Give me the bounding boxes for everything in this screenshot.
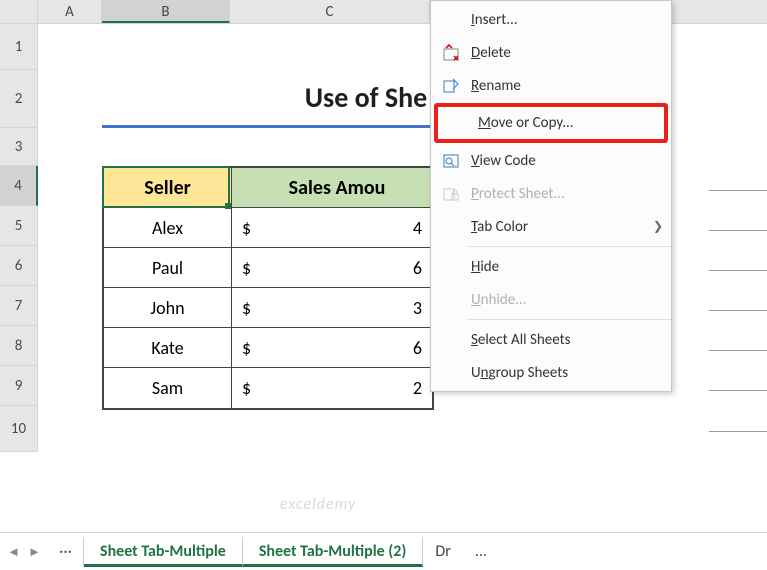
cell-seller[interactable]: Paul — [104, 248, 232, 288]
header-seller[interactable]: Seller — [104, 168, 232, 208]
col-header-b[interactable]: B — [102, 0, 230, 23]
menu-label: Move or Copy... — [478, 114, 656, 132]
hide-icon — [437, 256, 465, 278]
sheet-tab-3[interactable]: Dr — [423, 537, 462, 567]
tab-color-icon — [437, 216, 465, 238]
row-header-3[interactable]: 3 — [0, 128, 38, 166]
view-code-icon — [437, 150, 465, 172]
menu-label: Rename — [471, 77, 663, 95]
chevron-right-icon[interactable]: ► — [28, 544, 41, 560]
table-row: Alex $4 — [104, 208, 432, 248]
cell-amount[interactable]: $3 — [232, 288, 432, 328]
row-header-5[interactable]: 5 — [0, 206, 38, 246]
row-header-10[interactable]: 10 — [0, 406, 38, 452]
ungroup-icon — [437, 362, 465, 384]
row-headers: 1 2 3 4 5 6 7 8 9 10 — [0, 24, 38, 452]
cell-seller[interactable]: Alex — [104, 208, 232, 248]
table-row: Sam $2 — [104, 368, 432, 408]
row-header-9[interactable]: 9 — [0, 366, 38, 406]
menu-unhide: Unhide... — [431, 283, 671, 316]
spreadsheet-grid: A B C D 1 2 3 4 5 6 7 8 9 10 Use of She … — [0, 0, 767, 508]
tab-overflow-right[interactable]: ... — [463, 537, 499, 567]
cell-amount[interactable]: $6 — [232, 328, 432, 368]
cell-amount[interactable]: $6 — [232, 248, 432, 288]
menu-label: Ungroup Sheets — [471, 364, 663, 382]
cell-amount[interactable]: $4 — [232, 208, 432, 248]
select-all-corner[interactable] — [0, 0, 38, 23]
menu-label: Tab Color — [471, 218, 653, 236]
tab-nav[interactable]: ◄ ► — [0, 544, 48, 560]
sheet-tab-2[interactable]: Sheet Tab-Multiple (2) — [243, 537, 424, 567]
menu-label: Select All Sheets — [471, 331, 663, 349]
table-row: Paul $6 — [104, 248, 432, 288]
sheet-tab-1[interactable]: Sheet Tab-Multiple — [84, 537, 243, 567]
menu-label: Insert... — [471, 11, 663, 29]
menu-rename[interactable]: Rename — [431, 69, 671, 102]
rename-icon — [437, 75, 465, 97]
cell-seller[interactable]: Sam — [104, 368, 232, 408]
insert-icon — [437, 9, 465, 31]
menu-label: Protect Sheet... — [471, 185, 663, 203]
menu-separator — [467, 319, 671, 320]
data-table: Seller Sales Amou Alex $4 Paul $6 John $… — [102, 166, 434, 410]
move-copy-icon — [444, 112, 472, 134]
protect-icon — [437, 183, 465, 205]
row-header-7[interactable]: 7 — [0, 286, 38, 326]
header-amount[interactable]: Sales Amou — [232, 168, 432, 208]
row-header-4[interactable]: 4 — [0, 166, 38, 206]
menu-protect: Protect Sheet... — [431, 177, 671, 210]
right-cells — [709, 190, 767, 432]
menu-select-all[interactable]: Select All Sheets — [431, 323, 671, 356]
menu-ungroup[interactable]: Ungroup Sheets — [431, 356, 671, 389]
unhide-icon — [437, 289, 465, 311]
row-header-8[interactable]: 8 — [0, 326, 38, 366]
select-all-icon — [437, 329, 465, 351]
table-row: John $3 — [104, 288, 432, 328]
cell-seller[interactable]: Kate — [104, 328, 232, 368]
menu-label: Delete — [471, 44, 663, 62]
row-header-6[interactable]: 6 — [0, 246, 38, 286]
delete-icon — [437, 42, 465, 64]
table-row: Kate $6 — [104, 328, 432, 368]
tab-overflow-left[interactable]: ... — [48, 537, 84, 567]
menu-label: Hide — [471, 258, 663, 276]
row-header-2[interactable]: 2 — [0, 70, 38, 128]
menu-label: Unhide... — [471, 291, 663, 309]
menu-move-copy[interactable]: Move or Copy... — [434, 103, 668, 143]
menu-delete[interactable]: Delete — [431, 36, 671, 69]
row-header-1[interactable]: 1 — [0, 24, 38, 70]
chevron-right-icon: ❯ — [653, 219, 663, 234]
cell-seller[interactable]: John — [104, 288, 232, 328]
chevron-left-icon[interactable]: ◄ — [7, 544, 20, 560]
menu-tab-color[interactable]: Tab Color ❯ — [431, 210, 671, 243]
menu-separator — [467, 246, 671, 247]
cell-amount[interactable]: $2 — [232, 368, 432, 408]
col-header-a[interactable]: A — [38, 0, 102, 23]
col-header-c[interactable]: C — [230, 0, 430, 23]
menu-insert[interactable]: Insert... — [431, 3, 671, 36]
sheet-tab-bar: ◄ ► ... Sheet Tab-Multiple Sheet Tab-Mul… — [0, 532, 767, 570]
sheet-context-menu: Insert... Delete Rename Move or Copy... … — [430, 0, 672, 392]
menu-view-code[interactable]: View Code — [431, 144, 671, 177]
menu-hide[interactable]: Hide — [431, 250, 671, 283]
menu-label: View Code — [471, 152, 663, 170]
